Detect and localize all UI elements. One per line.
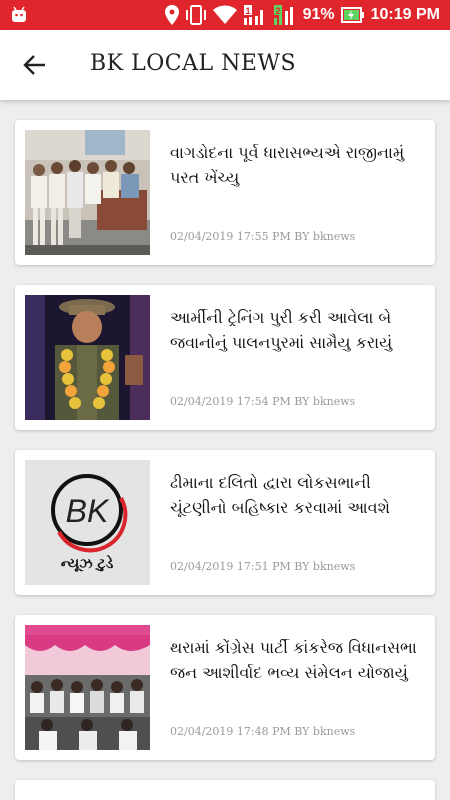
news-meta: 02/04/2019 17:48 PM BY bknews: [170, 725, 356, 738]
battery-charging-icon: [340, 7, 364, 23]
news-meta: 02/04/2019 17:55 PM BY bknews: [170, 230, 356, 243]
news-thumbnail: [25, 295, 150, 420]
news-thumbnail: [25, 130, 150, 255]
wifi-icon: [212, 5, 237, 24]
news-card[interactable]: આર્મીની ટ્રેનિંગ પુરી કરી આવેલા બે જવાનો…: [15, 285, 435, 430]
status-bar: 1 2 91% 10:19 PM: [0, 0, 450, 30]
news-card[interactable]: વાગડોદના પૂર્વ ધારાસભ્યએ રાજીનામું પરત ખ…: [15, 120, 435, 265]
arrow-left-icon: [23, 55, 45, 75]
news-headline[interactable]: ઢીમાના દલિતો દ્વારા લોકસભાની ચૂંટણીનો બહ…: [170, 470, 420, 520]
news-card[interactable]: BK ન્યૂઝ ટુડે ઢીમાના દલિતો દ્વારા લોકસભા…: [15, 450, 435, 595]
bk-news-logo: BK ન્યૂઝ ટુડે: [25, 460, 150, 585]
news-headline[interactable]: થરામાં કોંગ્રેસ પાર્ટી કાંકરેજ વિધાનસભા …: [170, 635, 420, 685]
signal-icon: 2: [273, 5, 293, 25]
news-headline[interactable]: આર્મીની ટ્રેનિંગ પુરી કરી આવેલા બે જવાનો…: [170, 305, 420, 355]
signal-icon: 1: [243, 5, 263, 25]
news-card[interactable]: થરામાં કોંગ્રેસ પાર્ટી કાંકરેજ વિધાનસભા …: [15, 615, 435, 760]
location-icon: [164, 5, 179, 25]
battery-percent: 91%: [302, 6, 335, 23]
news-thumbnail: [25, 625, 150, 750]
news-headline[interactable]: વાગડોદના પૂર્વ ધારાસભ્યએ રાજીનામું પરત ખ…: [170, 140, 420, 190]
clock: 10:19 PM: [370, 6, 440, 23]
android-icon: [12, 6, 26, 22]
news-thumbnail: BK ન્યૂઝ ટુડે: [25, 460, 150, 585]
sim2-label: 2: [275, 6, 280, 16]
logo-text: BK: [66, 493, 110, 529]
news-card[interactable]: [15, 780, 435, 800]
news-meta: 02/04/2019 17:51 PM BY bknews: [170, 560, 356, 573]
news-meta: 02/04/2019 17:54 PM BY bknews: [170, 395, 356, 408]
page-title: BK LOCAL NEWS: [90, 51, 297, 76]
back-button[interactable]: [18, 50, 52, 80]
sim1-label: 1: [245, 6, 250, 16]
app-bar: BK LOCAL NEWS: [0, 30, 450, 100]
vibrate-icon: [185, 5, 206, 25]
logo-caption: ન્યૂઝ ટુડે: [61, 554, 114, 572]
